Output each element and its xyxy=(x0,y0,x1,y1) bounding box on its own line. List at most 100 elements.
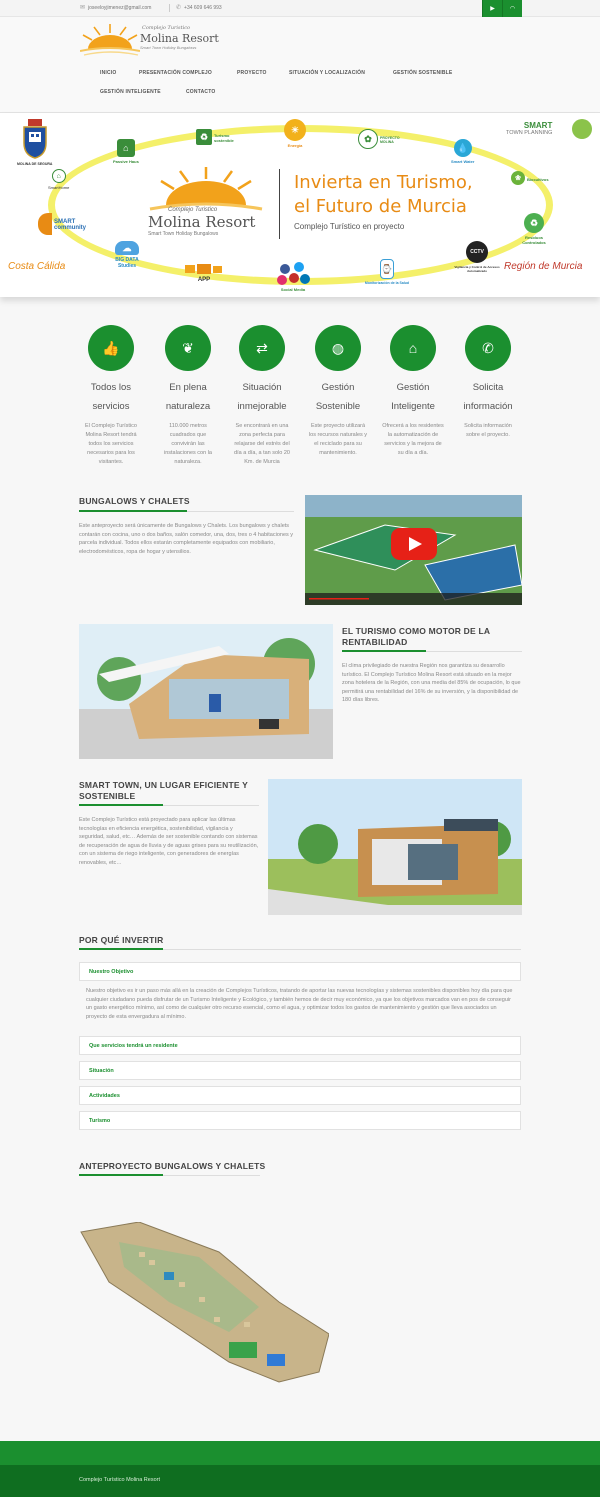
smart-community-item: SMART community xyxy=(38,213,86,237)
nav-situacion[interactable]: SITUACIÓN Y LOCALIZACIÓN xyxy=(289,70,365,76)
nav-inicio[interactable]: INICIO xyxy=(100,70,116,76)
phone-icon[interactable]: ✆ xyxy=(465,325,511,371)
leaf-badge-icon: ✿ xyxy=(358,129,378,149)
water-drop-icon: 💧 xyxy=(453,139,472,157)
envelope-icon: ✉ xyxy=(80,5,86,11)
monitorizacion-item: ⌚ Monitorización de la Salud xyxy=(364,259,410,285)
cctv-item: CCTV Vigilancia y Control de Accesos Aut… xyxy=(452,241,502,273)
accordion-situacion[interactable]: Situación xyxy=(79,1061,521,1080)
cctv-icon: CCTV xyxy=(466,241,488,263)
smart-town-planning: SMART TOWN PLANNING xyxy=(506,121,553,136)
title-underline xyxy=(79,510,187,512)
feature-title: Gestión Inteligente xyxy=(391,382,435,412)
accordion-objetivo[interactable]: Nuestro Objetivo xyxy=(79,962,521,981)
banner-divider xyxy=(279,169,280,239)
section-title-turismo: EL TURISMO COMO MOTOR DE LA RENTABILIDAD xyxy=(342,626,490,647)
feature-text: Este proyecto utilizará los recursos nat… xyxy=(308,423,368,456)
video-player[interactable] xyxy=(305,495,522,605)
leaf-icon[interactable]: ❦ xyxy=(165,325,211,371)
footer-band xyxy=(0,1441,600,1465)
accordion-actividades[interactable]: Actividades xyxy=(79,1086,521,1105)
feature-title: Todos los servicios xyxy=(90,382,132,412)
costa-calida-label: Costa Cálida xyxy=(8,261,66,272)
thumbs-up-icon[interactable]: 👍 xyxy=(88,325,134,371)
sun-logo-icon xyxy=(80,24,140,56)
globe-icon[interactable]: ◍ xyxy=(315,325,361,371)
play-icon xyxy=(409,537,422,551)
feature-title: Situación inmejorable xyxy=(237,382,287,412)
phone-contact[interactable]: ✆ +34 609 646 993 xyxy=(176,4,222,12)
feature-title: Gestión Sostenible xyxy=(315,382,361,412)
section-title-invertir: POR QUÉ INVERTIR xyxy=(79,935,164,945)
email-contact[interactable]: ✉ joseeloyjimenez@gmail.com xyxy=(80,4,152,12)
globe-planning-icon xyxy=(572,119,592,139)
feature-naturaleza: ❦ En plena naturaleza 110.000 metros cuad… xyxy=(157,325,219,467)
devices-icon xyxy=(185,264,222,274)
feature-text: Se encontrará en una zona perfecta para … xyxy=(234,423,290,465)
molina-label: MOLINA DE SEGURA xyxy=(17,162,53,166)
social-media-item: Social Media xyxy=(276,261,310,292)
nav-proyecto[interactable]: PROYECTO xyxy=(237,70,267,76)
youtube-icon[interactable]: ▶ xyxy=(482,0,502,17)
biocultivos-item: ❀ Biocultivos xyxy=(511,171,549,187)
nav-contacto[interactable]: CONTACTO xyxy=(186,89,215,95)
bigdata-item: ☁ BIG DATA Studies xyxy=(115,241,139,269)
accordion-servicios[interactable]: Que servicios tendrá un residente xyxy=(79,1036,521,1055)
bungalows-text: Este anteproyecto será únicamente de Bun… xyxy=(79,523,294,555)
rss-icon[interactable]: ◠ xyxy=(502,0,522,17)
passive-haus-item: ⌂ Passive Haus xyxy=(113,139,139,164)
plant-icon: ❀ xyxy=(511,171,525,185)
feature-text: Solicita información sobre el proyecto. xyxy=(464,423,512,438)
feature-text: 110.000 metros cuadrados que convivirán … xyxy=(163,423,212,465)
email-text: joseeloyjimenez@gmail.com xyxy=(88,4,152,11)
nav-sostenible[interactable]: GESTIÓN SOSTENIBLE xyxy=(393,70,452,76)
social-network-icon xyxy=(277,262,310,285)
bungalow-render-image xyxy=(268,779,522,915)
section-title-bungalows: BUNGALOWS Y CHALETS xyxy=(79,496,190,506)
sun-energy-icon: ☀ xyxy=(284,119,306,141)
feature-servicios: 👍 Todos los servicios El Complejo Turísti… xyxy=(80,325,142,467)
smart-water-item: 💧 Smart Water xyxy=(451,139,474,164)
site-header: Complejo Turistico Molina Resort Smart T… xyxy=(0,17,600,113)
phone-icon: ✆ xyxy=(176,5,182,11)
banner-title: Invierta en Turismo, el Futuro de Murcia xyxy=(294,172,473,217)
section-title-smarttown: SMART TOWN, UN LUGAR EFICIENTE Y SOSTENI… xyxy=(79,780,248,801)
feature-text: El Complejo Turístico Molina Resort tend… xyxy=(85,423,137,465)
feature-sostenible: ◍ Gestión Sostenible Este proyecto utiliz… xyxy=(307,325,369,458)
nav-presentacion[interactable]: PRESENTACIÓN COMPLEJO xyxy=(139,70,212,76)
proyecto-molina-item: ✿ PROYECTO MOLINA xyxy=(358,129,402,151)
energia-item: ☀ Energía xyxy=(284,119,306,148)
residuos-item: ♻ Residuos Controlados xyxy=(517,213,551,245)
play-button[interactable] xyxy=(391,528,437,560)
footer-bottom: Complejo Turístico Molina Resort xyxy=(0,1465,600,1497)
community-icon xyxy=(38,213,52,235)
signpost-icon[interactable]: ⇄ xyxy=(239,325,285,371)
cloud-icon: ☁ xyxy=(115,241,139,255)
turismo-text: El clima privilegiado de nuestra Región … xyxy=(342,663,521,703)
banner-subtitle: Complejo Turístico en proyecto xyxy=(294,222,405,231)
title-underline xyxy=(79,948,163,950)
turismo-sostenible-item: ♻ Turismo sostenible xyxy=(196,129,242,147)
recycle-icon: ♻ xyxy=(196,129,212,145)
objetivo-text: Nuestro objetivo es ir un paso más allá … xyxy=(86,988,513,1020)
accordion-turismo[interactable]: Turismo xyxy=(79,1111,521,1130)
separator xyxy=(169,4,170,12)
house-icon: ⌂ xyxy=(116,139,135,157)
feature-inteligente: ⌂ Gestión Inteligente Ofrecerá a los resi… xyxy=(382,325,444,458)
section-title-anteproyecto: ANTEPROYECTO BUNGALOWS Y CHALETS xyxy=(79,1161,266,1171)
smarthome-icon: ⌂ xyxy=(51,169,66,183)
home-icon[interactable]: ⌂ xyxy=(390,325,436,371)
recycling-icon: ♻ xyxy=(524,213,544,233)
title-underline xyxy=(79,804,163,806)
site-plan-image xyxy=(79,1222,329,1387)
site-logo[interactable]: Complejo Turistico Molina Resort Smart T… xyxy=(80,23,225,57)
social-links: ▶ ◠ xyxy=(482,0,522,17)
banner-logo-tag: Smart Town Holiday Bungalows xyxy=(148,231,219,237)
feature-situacion: ⇄ Situación inmejorable Se encontrará en … xyxy=(231,325,293,467)
banner-logo-name: Molina Resort xyxy=(148,213,256,231)
nav-inteligente[interactable]: GESTIÓN INTELIGENTE xyxy=(100,89,161,95)
smarttown-text: Este Complejo Turístico está proyectado … xyxy=(79,817,259,866)
feature-title: En plena naturaleza xyxy=(165,382,211,412)
smarthome-item: ⌂ SmartHome xyxy=(48,169,69,190)
region-murcia-label: Región de Murcia xyxy=(504,261,583,272)
